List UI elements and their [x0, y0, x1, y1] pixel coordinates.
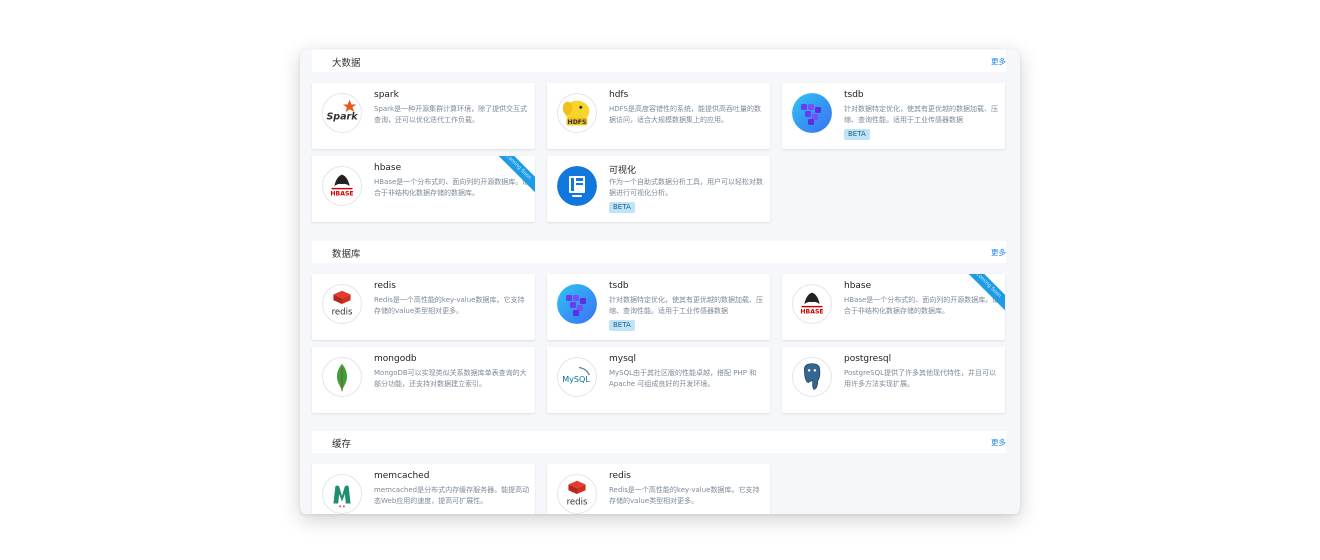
- section-title: 缓存: [332, 439, 352, 450]
- service-card-mysql[interactable]: MySQL mysql MySQL由于其社区版的性能卓越，搭配 PHP 和 Ap…: [547, 347, 770, 413]
- card-name: mysql: [609, 354, 636, 364]
- section-database: 数据库 更多 redis redis Redis是一个高性能的key-value…: [312, 241, 1006, 413]
- section-cache: 缓存 更多 memcached memcached是分布式内存缓存服务器。能提高…: [312, 431, 1006, 514]
- spark-logo-text: Spark: [326, 112, 358, 123]
- section-header: 缓存 更多: [312, 431, 1006, 453]
- redis-icon: redis: [557, 474, 597, 514]
- beta-badge: BETA: [609, 202, 635, 213]
- card-description: HBase是一个分布式的、面向列的开源数据库。适合于非结构化数据存储的数据库。: [374, 178, 530, 197]
- section-big-data: 大数据 更多 Spark spark Spark是一种开源集群计算环境，除了提供…: [312, 50, 1006, 222]
- more-link[interactable]: 更多: [991, 247, 1006, 258]
- mongodb-icon: [322, 357, 362, 397]
- hbase-logo-text: HBASE: [330, 191, 353, 198]
- card-description: HBase是一个分布式的、面向列的开源数据库。适合于非结构化数据存储的数据库。: [844, 296, 1000, 315]
- card-name: redis: [609, 471, 631, 481]
- card-description: Redis是一个高性能的key-value数据库。它支持存储的value类型相对…: [374, 296, 525, 315]
- card-name: mongodb: [374, 354, 417, 364]
- service-card-tsdb[interactable]: tsdb 针对数据特定优化，使其有更优越的数据加载、压缩、查询性能。适用于工业传…: [782, 83, 1005, 149]
- mysql-logo-text: MySQL: [562, 375, 590, 384]
- redis-icon: redis: [322, 284, 362, 324]
- card-name: redis: [374, 281, 396, 291]
- card-name: memcached: [374, 471, 430, 481]
- card-description: Spark是一种开源集群计算环境，除了提供交互式查询，还可以优化迭代工作负载。: [374, 105, 528, 124]
- service-card-hbase[interactable]: HBASE hbase HBase是一个分布式的、面向列的开源数据库。适合于非结…: [312, 156, 535, 222]
- card-name: hdfs: [609, 90, 629, 100]
- card-description: HDFS是高度容错性的系统，能提供高吞吐量的数据访问，适合大规模数据集上的应用。: [609, 105, 761, 124]
- card-name: postgresql: [844, 354, 892, 364]
- card-description: MongoDB可以实现类似关系数据库单表查询的大部分功能，还支持对数据建立索引。: [374, 369, 527, 388]
- section-header: 数据库 更多: [312, 241, 1006, 263]
- service-card-mongodb[interactable]: mongodb MongoDB可以实现类似关系数据库单表查询的大部分功能，还支持…: [312, 347, 535, 413]
- card-name: hbase: [374, 163, 402, 173]
- card-description: 针对数据特定优化，使其有更优越的数据加载、压缩、查询性能。适用于工业传感器数据: [844, 105, 998, 124]
- redis-logo-text: redis: [567, 497, 588, 507]
- tsdb-icon: [557, 284, 597, 324]
- service-card-spark[interactable]: Spark spark Spark是一种开源集群计算环境，除了提供交互式查询，还…: [312, 83, 535, 149]
- card-description: memcached是分布式内存缓存服务器。能提高动态Web应用的速度，提高可扩展…: [374, 486, 530, 505]
- service-card-postgresql[interactable]: postgresql PostgreSQL提供了许多其他现代特性，并且可以用许多…: [782, 347, 1005, 413]
- hdfs-icon: HDFS: [557, 93, 597, 133]
- card-name: tsdb: [844, 90, 864, 100]
- card-description: PostgreSQL提供了许多其他现代特性，并且可以用许多方法实现扩展。: [844, 369, 996, 388]
- service-card-memcached[interactable]: memcached memcached是分布式内存缓存服务器。能提高动态Web应…: [312, 464, 535, 514]
- beta-badge: BETA: [844, 129, 870, 140]
- card-name: 可视化: [609, 166, 637, 176]
- hdfs-logo-text: HDFS: [568, 119, 587, 126]
- service-card-hdfs[interactable]: HDFS hdfs HDFS是高度容错性的系统，能提供高吞吐量的数据访问，适合大…: [547, 83, 770, 149]
- hbase-logo-text: HBASE: [800, 309, 823, 316]
- card-name: hbase: [844, 281, 872, 291]
- mysql-icon: MySQL: [557, 357, 597, 397]
- card-description: 针对数据特定优化，使其有更优越的数据加载、压缩、查询性能。适用于工业传感器数据: [609, 296, 763, 315]
- spark-icon: Spark: [322, 93, 362, 133]
- section-title: 数据库: [332, 249, 361, 260]
- section-header: 大数据 更多: [312, 50, 1006, 72]
- beta-badge: BETA: [609, 320, 635, 331]
- service-card-redis[interactable]: redis redis Redis是一个高性能的key-value数据库。它支持…: [312, 274, 535, 340]
- service-card-tsdb[interactable]: tsdb 针对数据特定优化，使其有更优越的数据加载、压缩、查询性能。适用于工业传…: [547, 274, 770, 340]
- service-card-hbase[interactable]: HBASE hbase HBase是一个分布式的、面向列的开源数据库。适合于非结…: [782, 274, 1005, 340]
- card-description: 作为一个自助式数据分析工具，用户可以轻松对数据进行可视化分析。: [609, 178, 763, 197]
- section-title: 大数据: [332, 58, 361, 69]
- service-card-redis[interactable]: redis redis Redis是一个高性能的key-value数据库。它支持…: [547, 464, 770, 514]
- more-link[interactable]: 更多: [991, 437, 1006, 448]
- hbase-icon: HBASE: [322, 166, 362, 206]
- service-card-visualization[interactable]: 可视化 作为一个自助式数据分析工具，用户可以轻松对数据进行可视化分析。 BETA: [547, 156, 770, 222]
- tsdb-icon: [792, 93, 832, 133]
- more-link[interactable]: 更多: [991, 56, 1006, 67]
- card-name: spark: [374, 90, 399, 100]
- card-name: tsdb: [609, 281, 629, 291]
- memcached-icon: [322, 474, 362, 514]
- card-description: Redis是一个高性能的key-value数据库。它支持存储的value类型相对…: [609, 486, 760, 505]
- postgresql-icon: [792, 357, 832, 397]
- redis-logo-text: redis: [332, 307, 353, 317]
- card-description: MySQL由于其社区版的性能卓越，搭配 PHP 和 Apache 可组成良好的开…: [609, 369, 757, 388]
- service-catalog-panel: 大数据 更多 Spark spark Spark是一种开源集群计算环境，除了提供…: [300, 49, 1020, 514]
- visualization-icon: [557, 166, 597, 206]
- hbase-icon: HBASE: [792, 284, 832, 324]
